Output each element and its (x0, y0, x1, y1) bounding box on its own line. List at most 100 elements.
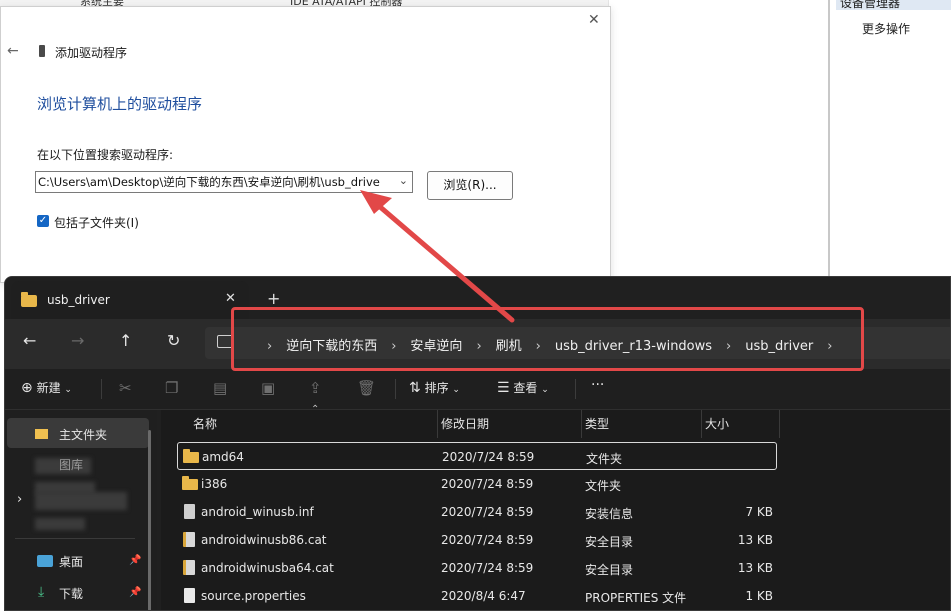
column-header-modified[interactable]: 修改日期 (441, 410, 489, 438)
file-modified: 2020/7/24 8:59 (441, 561, 534, 575)
nav-item-gallery[interactable]: 图库 (59, 456, 83, 473)
file-type: PROPERTIES 文件 (585, 591, 687, 605)
include-subfolders-label: 包括子文件夹(I) (54, 216, 139, 230)
more-actions-item[interactable]: 更多操作 (862, 20, 910, 37)
file-size: 7 KB (745, 505, 773, 519)
column-divider[interactable] (701, 410, 702, 438)
table-row[interactable]: android_winusb.inf 2020/7/24 8:59 安装信息 7… (177, 498, 777, 526)
sort-icon: ⇅ (409, 380, 421, 396)
tab-usb-driver[interactable]: usb_driver ✕ (11, 281, 249, 319)
table-row[interactable]: i386 2020/7/24 8:59 文件夹 (177, 470, 777, 498)
nav-item-desktop[interactable]: 桌面 (59, 553, 83, 570)
background-device-tree (608, 0, 829, 280)
column-divider[interactable] (779, 410, 780, 438)
navigation-bar: ← → ↑ ↻ › 逆向下载的东西 › 安卓逆向 › 刷机 › usb_driver_r13-… (5, 319, 950, 369)
tab-title: usb_driver (47, 293, 110, 307)
breadcrumb-item[interactable]: usb_driver (745, 339, 813, 354)
search-location-label: 在以下位置搜索驱动程序: (37, 148, 174, 162)
actions-pane: 设备管理器 更多操作 (828, 0, 951, 280)
pin-icon[interactable]: 📌 (129, 587, 141, 598)
column-header-type[interactable]: 类型 (585, 410, 609, 438)
chevron-right-icon[interactable]: › (391, 339, 396, 354)
forward-icon[interactable]: → (71, 331, 84, 350)
blurred-nav-item (35, 492, 127, 510)
table-row[interactable]: amd64 2020/7/24 8:59 文件夹 (177, 442, 777, 470)
browse-button[interactable]: 浏览(R)... (427, 171, 513, 200)
driver-path-input[interactable] (38, 173, 388, 191)
file-size: 1 KB (745, 589, 773, 603)
breadcrumb-item[interactable]: 安卓逆向 (410, 335, 462, 354)
more-options-button[interactable]: ··· (591, 377, 604, 393)
column-header-size[interactable]: 大小 (705, 410, 729, 438)
paste-icon[interactable]: ▤ (213, 379, 227, 397)
dialog-heading: 浏览计算机上的驱动程序 (37, 95, 203, 113)
close-icon[interactable]: ✕ (588, 12, 600, 28)
cut-icon[interactable]: ✂ (119, 379, 132, 397)
column-header-name[interactable]: 名称 (193, 410, 217, 438)
navigation-pane: 主文件夹 图库 › 桌面 📌 ⤓ 下载 📌 (5, 410, 157, 610)
sort-button[interactable]: ⇅ 排序 ⌄ (409, 379, 460, 396)
pin-icon[interactable]: 📌 (129, 555, 141, 566)
chevron-down-icon[interactable]: ⌄ (399, 174, 408, 187)
breadcrumb-item[interactable]: usb_driver_r13-windows (555, 339, 712, 354)
table-row[interactable]: androidwinusba64.cat 2020/7/24 8:59 安全目录… (177, 554, 777, 582)
column-divider[interactable] (581, 410, 582, 438)
tab-bar: usb_driver ✕ + (5, 277, 950, 319)
inf-file-icon (184, 504, 195, 519)
download-icon: ⤓ (38, 584, 45, 600)
file-name: source.properties (201, 589, 306, 603)
file-name: androidwinusba64.cat (201, 561, 334, 575)
table-row[interactable]: source.properties 2020/8/4 6:47 PROPERTI… (177, 582, 777, 610)
new-label: 新建 (36, 381, 61, 395)
catalog-file-icon (183, 560, 195, 575)
chevron-right-icon[interactable]: › (827, 339, 832, 354)
new-button[interactable]: ⊕ 新建 ⌄ (21, 379, 72, 396)
folder-icon (183, 449, 199, 463)
computer-icon (217, 335, 233, 348)
home-icon (35, 429, 48, 439)
rename-icon[interactable]: ▣ (261, 379, 275, 397)
up-icon[interactable]: ↑ (119, 331, 132, 350)
file-type: 文件夹 (586, 452, 623, 466)
view-button[interactable]: ☰ 查看 ⌄ (497, 379, 549, 396)
file-name: amd64 (202, 450, 244, 464)
folder-icon (21, 292, 37, 307)
file-explorer-window: usb_driver ✕ + ← → ↑ ↻ › 逆向下载的东西 › 安卓逆向 › 刷机 ›… (4, 276, 951, 611)
chevron-right-icon[interactable]: › (536, 339, 541, 354)
toolbar-divider (575, 379, 576, 399)
delete-icon[interactable]: 🗑 (357, 379, 376, 397)
breadcrumb-item[interactable]: 刷机 (496, 335, 522, 354)
column-divider[interactable] (437, 410, 438, 438)
include-subfolders-checkbox[interactable]: ✓ (37, 215, 49, 227)
file-name: i386 (201, 477, 228, 491)
back-arrow-icon[interactable]: ← (7, 43, 19, 59)
breadcrumb-item[interactable]: 逆向下载的东西 (286, 335, 377, 354)
file-type: 文件夹 (585, 479, 622, 493)
nav-scrollbar[interactable] (148, 430, 151, 610)
dialog-title: 添加驱动程序 (55, 46, 128, 60)
view-label: 查看 (513, 381, 538, 395)
file-name: android_winusb.inf (201, 505, 314, 519)
file-type: 安装信息 (585, 507, 634, 521)
file-modified: 2020/7/24 8:59 (441, 505, 534, 519)
table-row[interactable]: androidwinusb86.cat 2020/7/24 8:59 安全目录 … (177, 526, 777, 554)
new-tab-icon[interactable]: + (267, 289, 280, 308)
close-tab-icon[interactable]: ✕ (225, 291, 236, 306)
file-modified: 2020/7/24 8:59 (441, 533, 534, 547)
device-icon (39, 45, 45, 57)
refresh-icon[interactable]: ↻ (167, 331, 180, 350)
driver-path-combobox[interactable]: ⌄ (35, 171, 413, 193)
share-icon[interactable]: ⇪ (309, 379, 322, 397)
address-bar[interactable]: › 逆向下载的东西 › 安卓逆向 › 刷机 › usb_driver_r13-windows ›… (205, 327, 950, 359)
back-icon[interactable]: ← (23, 331, 36, 350)
chevron-down-icon: ⌄ (541, 385, 549, 395)
chevron-right-icon[interactable]: › (726, 339, 731, 354)
nav-item-downloads[interactable]: 下载 (59, 585, 83, 602)
sort-ascending-icon: ⌃ (311, 404, 320, 415)
chevron-right-icon[interactable]: › (476, 339, 481, 354)
expand-chevron-icon[interactable]: › (17, 492, 22, 507)
desktop-icon (37, 555, 53, 567)
chevron-right-icon[interactable]: › (267, 339, 272, 354)
copy-icon[interactable]: ❐ (165, 379, 178, 397)
file-type: 安全目录 (585, 563, 634, 577)
